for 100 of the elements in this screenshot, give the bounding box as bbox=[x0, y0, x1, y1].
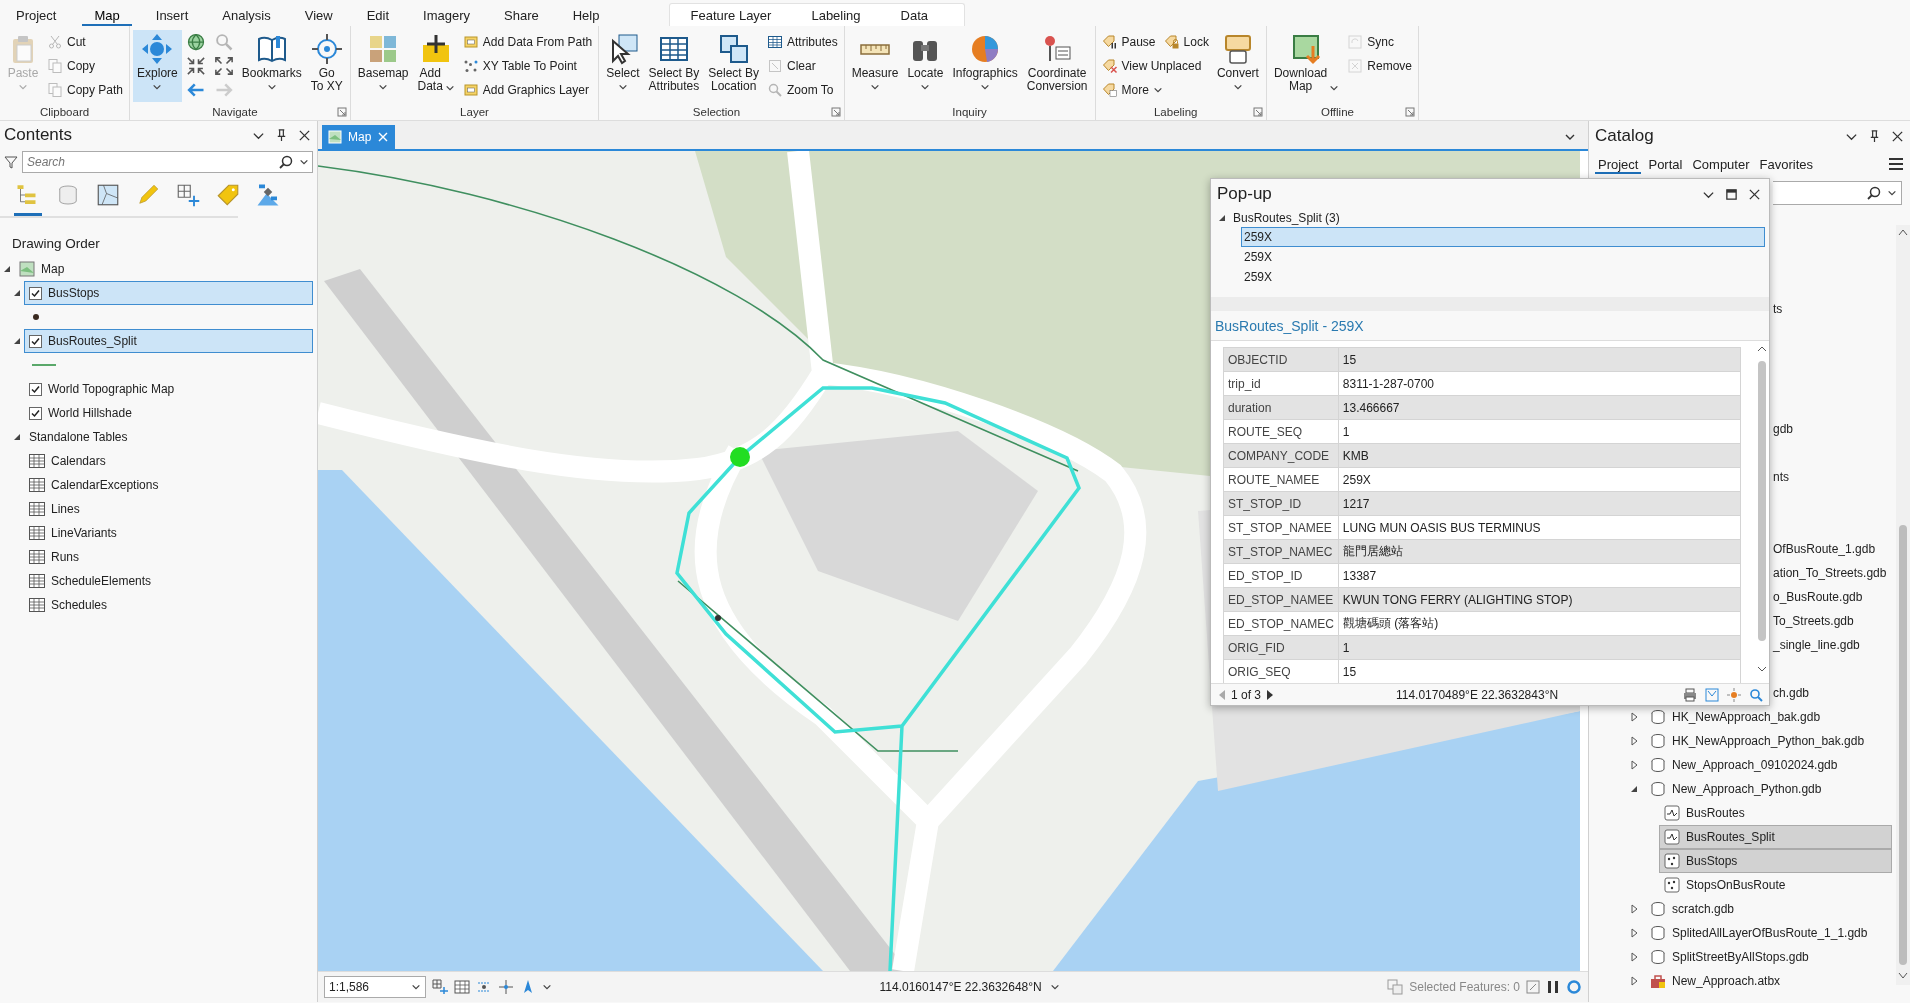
expander-icon[interactable] bbox=[1629, 784, 1639, 794]
add-data-button[interactable]: Add Data bbox=[413, 30, 459, 102]
tag-pause-button[interactable]: Pause bbox=[1098, 32, 1159, 52]
points-button[interactable]: XY Table To Point bbox=[459, 56, 580, 76]
catalog-item[interactable]: BusRoutes_Split bbox=[1659, 825, 1892, 849]
catalog-tab[interactable]: Favorites bbox=[1756, 154, 1816, 174]
search-field[interactable] bbox=[1773, 181, 1902, 205]
ribbon-tab[interactable]: Imagery bbox=[411, 4, 483, 26]
expander-icon[interactable] bbox=[1629, 928, 1639, 938]
ribbon-tab[interactable]: Analysis bbox=[210, 4, 283, 26]
expander-icon[interactable] bbox=[1217, 213, 1227, 223]
dialog-launcher-icon[interactable] bbox=[336, 107, 347, 117]
catalog-item[interactable]: HK_NewApproach_Python_bak.gdb bbox=[1645, 729, 1892, 753]
checkbox[interactable] bbox=[29, 286, 42, 300]
basemap-button[interactable]: Basemap bbox=[353, 30, 413, 102]
overlapping-squares-button[interactable]: Select By Location bbox=[704, 30, 763, 102]
maximize-icon[interactable] bbox=[1725, 187, 1738, 201]
filter-icon[interactable] bbox=[4, 155, 18, 169]
scrollbar[interactable] bbox=[1896, 225, 1910, 985]
pie-chart-button[interactable]: Infographics bbox=[948, 30, 1022, 102]
layer-row[interactable]: World Hillshade bbox=[24, 401, 313, 425]
ruler-button[interactable]: Measure bbox=[847, 30, 903, 102]
expander-icon[interactable] bbox=[1629, 904, 1639, 914]
catalog-tab[interactable]: Portal bbox=[1645, 154, 1686, 174]
crosshair-icon[interactable] bbox=[498, 979, 514, 995]
progress-ring-icon[interactable] bbox=[1566, 979, 1582, 995]
feature-item[interactable]: 259X bbox=[1241, 267, 1765, 287]
catalog-item[interactable]: New_Approach_Python.gdb bbox=[1645, 777, 1892, 801]
table-icon[interactable] bbox=[454, 979, 470, 995]
scale-dropdown[interactable]: 1:1,586 bbox=[324, 976, 426, 998]
pan-to-icon[interactable] bbox=[1727, 688, 1741, 702]
expander-icon[interactable] bbox=[1629, 952, 1639, 962]
checkbox[interactable] bbox=[29, 382, 42, 396]
pin-list-button[interactable]: Coordinate Conversion bbox=[1022, 30, 1092, 102]
catalog-item[interactable]: SplitStreetByAllStops.gdb bbox=[1645, 945, 1892, 969]
ribbon-tab[interactable]: Edit bbox=[354, 4, 402, 26]
table-button[interactable]: Attributes bbox=[764, 32, 841, 52]
ribbon-tab[interactable]: Data bbox=[888, 4, 941, 26]
expander-icon[interactable] bbox=[1629, 712, 1639, 722]
close-icon[interactable] bbox=[1748, 187, 1761, 201]
expander-icon[interactable] bbox=[12, 432, 22, 442]
map-download-button[interactable]: Download Map bbox=[1269, 30, 1344, 102]
catalog-item[interactable]: scratch.gdb bbox=[1645, 897, 1892, 921]
ribbon-tab[interactable]: Feature Layer bbox=[678, 4, 784, 26]
catalog-item[interactable]: SplitedAllLayerOfBusRoute_1_1.gdb bbox=[1645, 921, 1892, 945]
catalog-item[interactable]: HK_NewApproach_bak.gdb bbox=[1645, 705, 1892, 729]
layer-button[interactable]: Add Graphics Layer bbox=[459, 80, 592, 100]
ribbon-tab[interactable]: Project bbox=[4, 4, 69, 26]
catalog-item[interactable]: New_Approach_09102024.gdb bbox=[1645, 753, 1892, 777]
layer-row[interactable]: BusStops bbox=[24, 281, 313, 305]
grid-plus-icon[interactable] bbox=[432, 979, 448, 995]
close-icon[interactable] bbox=[298, 128, 311, 142]
ribbon-tab[interactable]: View bbox=[292, 4, 345, 26]
pause-icon[interactable] bbox=[1546, 980, 1560, 994]
layer-row[interactable]: World Topographic Map bbox=[24, 377, 313, 401]
search-icon[interactable] bbox=[1867, 186, 1881, 200]
tag-lock-button[interactable]: Lock bbox=[1160, 32, 1212, 52]
binoculars-button[interactable]: Locate bbox=[903, 30, 948, 102]
ribbon-tab[interactable]: Share bbox=[492, 4, 551, 26]
cursor-button[interactable]: Select bbox=[602, 30, 644, 102]
expander-icon[interactable] bbox=[1629, 976, 1639, 986]
refresh-icon[interactable] bbox=[1526, 980, 1540, 994]
snapping-icon[interactable] bbox=[476, 979, 492, 995]
expander-icon[interactable] bbox=[1629, 760, 1639, 770]
zoom-to-icon[interactable] bbox=[1705, 688, 1719, 702]
print-icon[interactable] bbox=[1683, 688, 1697, 702]
book-button[interactable]: Bookmarks bbox=[237, 30, 306, 102]
dialog-launcher-icon[interactable] bbox=[830, 107, 841, 117]
catalog-item[interactable]: BusRoutes bbox=[1659, 801, 1892, 825]
view-tab[interactable] bbox=[14, 183, 42, 216]
crosshair-button[interactable]: Go To XY bbox=[306, 30, 347, 102]
catalog-tab[interactable]: Project bbox=[1595, 154, 1642, 174]
dialog-launcher-icon[interactable] bbox=[1405, 107, 1415, 117]
catalog-item[interactable]: New_Approach.atbx bbox=[1645, 969, 1892, 993]
catalog-tab[interactable]: Computer bbox=[1689, 154, 1753, 174]
outward-arrows-icon[interactable] bbox=[213, 56, 234, 76]
layer-button[interactable]: Add Data From Path bbox=[459, 32, 596, 52]
checkbox[interactable] bbox=[29, 406, 42, 420]
pin-icon[interactable] bbox=[275, 128, 288, 142]
expander-icon[interactable] bbox=[2, 264, 12, 274]
inward-arrows-icon[interactable] bbox=[185, 56, 206, 76]
dialog-launcher-icon[interactable] bbox=[1252, 107, 1263, 117]
catalog-item[interactable]: BusStops bbox=[1659, 849, 1892, 873]
pan-button[interactable]: Explore bbox=[133, 30, 182, 102]
checkbox[interactable] bbox=[29, 334, 42, 348]
catalog-item[interactable]: StopsOnBusRoute bbox=[1659, 873, 1892, 897]
ribbon-tab[interactable]: Labeling bbox=[799, 4, 873, 26]
menu-icon[interactable] bbox=[1888, 156, 1904, 172]
close-icon[interactable] bbox=[1891, 129, 1904, 143]
tag-list-button[interactable]: More bbox=[1098, 80, 1166, 100]
map-tab[interactable]: Map bbox=[322, 125, 396, 149]
ribbon-tab[interactable]: Help bbox=[560, 4, 612, 26]
expander-icon[interactable] bbox=[12, 288, 22, 298]
expander-icon[interactable] bbox=[12, 336, 22, 346]
search-field[interactable]: Search bbox=[22, 151, 313, 173]
ribbon-tab[interactable]: Map bbox=[82, 4, 132, 26]
search-icon[interactable] bbox=[279, 155, 293, 169]
label-button[interactable]: Convert bbox=[1212, 30, 1263, 102]
ribbon-tab[interactable]: Insert bbox=[143, 4, 201, 26]
layer-row[interactable]: BusRoutes_Split bbox=[24, 329, 313, 353]
